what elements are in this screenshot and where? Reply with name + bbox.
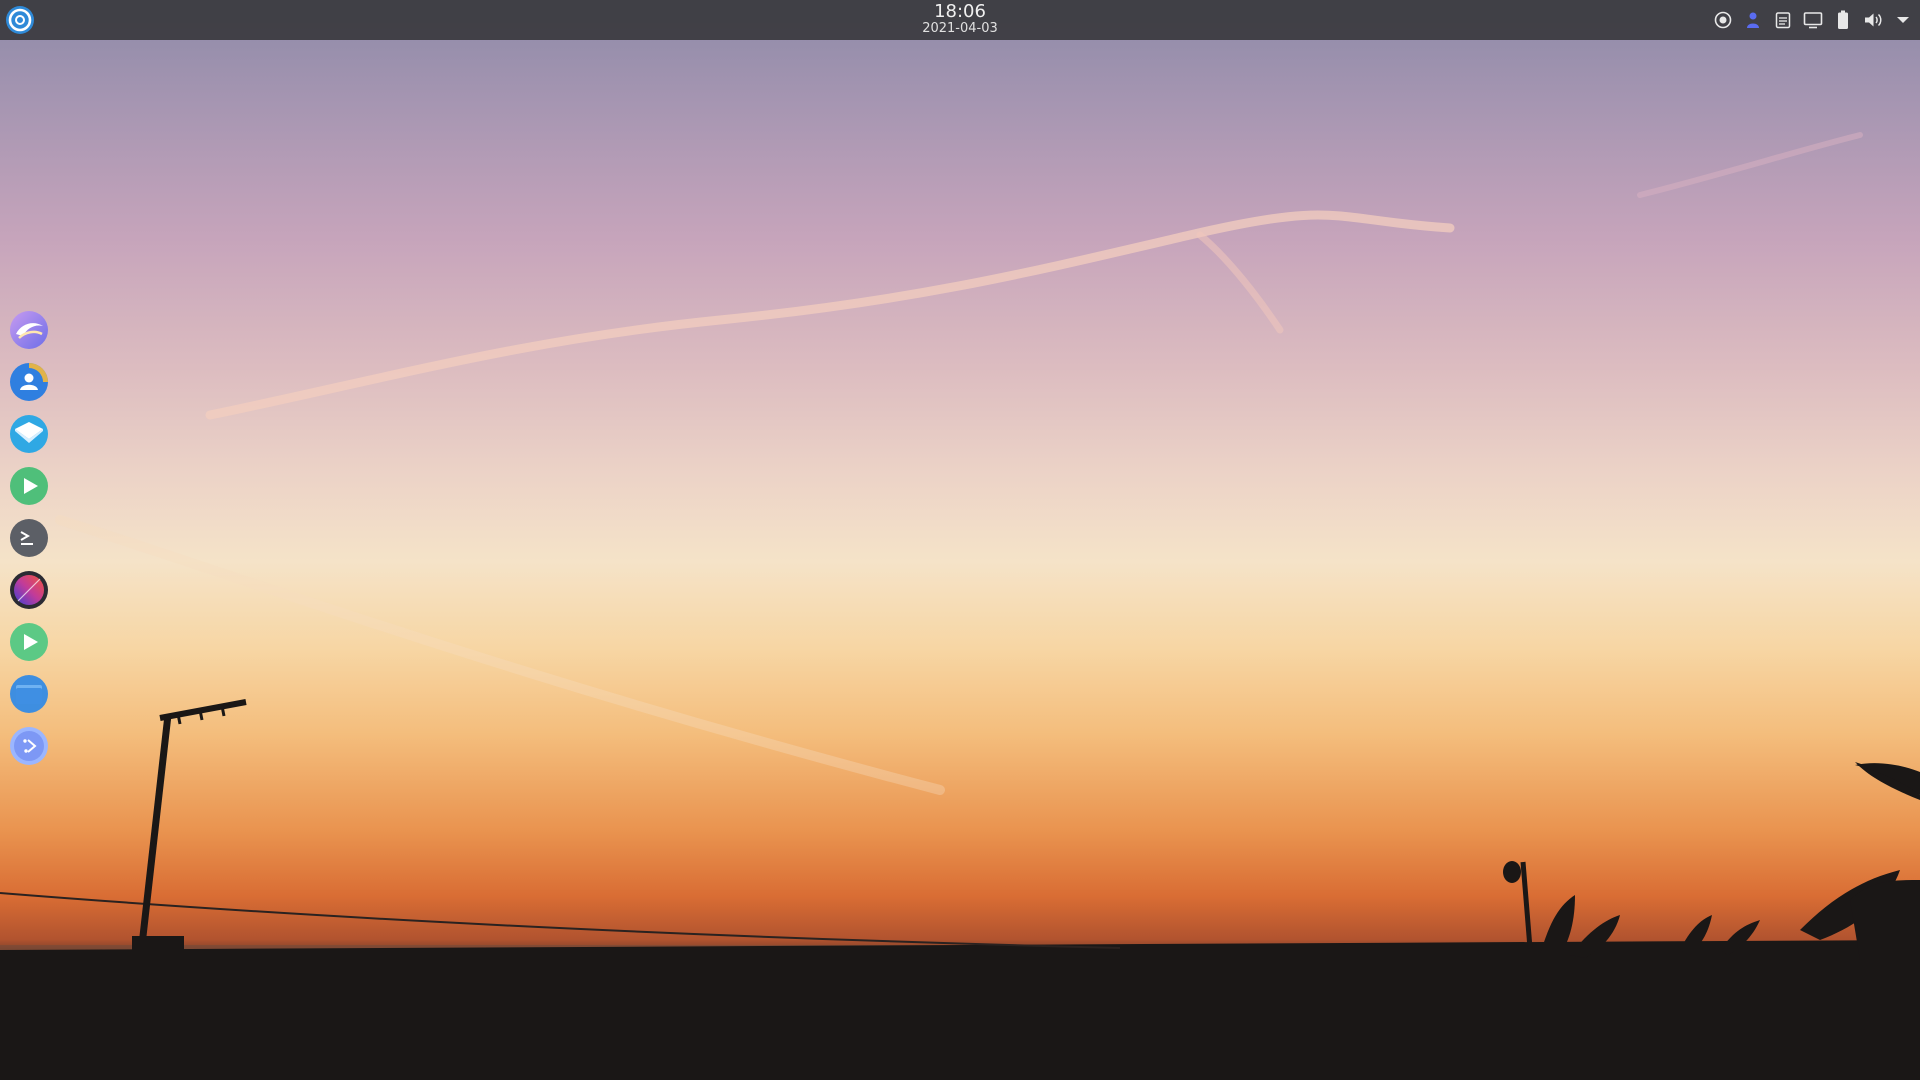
media-player-icon xyxy=(10,467,48,505)
dock-mail[interactable] xyxy=(8,414,50,454)
tray-user[interactable] xyxy=(1742,8,1764,32)
tray-display[interactable] xyxy=(1802,8,1824,32)
chevron-down-icon xyxy=(1897,17,1909,23)
tray-volume[interactable] xyxy=(1862,8,1884,32)
battery-icon xyxy=(1838,10,1848,29)
tray-battery[interactable] xyxy=(1832,8,1854,32)
dock-contacts[interactable] xyxy=(8,362,50,402)
clock-date: 2021-04-03 xyxy=(922,20,998,36)
tray-screenshot[interactable] xyxy=(1712,8,1734,32)
dock-terminal[interactable] xyxy=(8,518,50,558)
clock[interactable]: 18:06 2021-04-03 xyxy=(922,2,998,36)
user-icon xyxy=(1747,12,1759,28)
dock-color-picker[interactable] xyxy=(8,570,50,610)
dock-media-player[interactable] xyxy=(8,466,50,506)
terminal-icon xyxy=(10,519,48,557)
dock-file-manager[interactable] xyxy=(8,674,50,714)
color-picker-icon xyxy=(10,571,48,609)
dock-settings[interactable] xyxy=(8,726,50,766)
video-player-icon xyxy=(10,623,48,661)
screenshot-icon xyxy=(1714,11,1732,29)
settings-icon xyxy=(10,727,48,765)
contacts-icon xyxy=(10,363,48,401)
desktop: 18:06 2021-04-03 xyxy=(0,0,1920,1080)
clock-time: 18:06 xyxy=(934,1,986,22)
distro-logo-icon xyxy=(6,6,34,34)
clipboard-icon xyxy=(1775,12,1791,29)
tray-expand[interactable] xyxy=(1892,8,1914,32)
top-panel: 18:06 2021-04-03 xyxy=(0,0,1920,40)
display-icon xyxy=(1803,12,1823,29)
dock xyxy=(8,310,50,766)
dock-web-browser[interactable] xyxy=(8,310,50,350)
mail-icon xyxy=(10,415,48,453)
file-manager-icon xyxy=(10,675,48,713)
start-menu-button[interactable] xyxy=(4,4,36,36)
tray-clipboard[interactable] xyxy=(1772,8,1794,32)
dock-video-player[interactable] xyxy=(8,622,50,662)
wallpaper xyxy=(0,132,1920,1080)
web-browser-icon xyxy=(10,311,48,349)
system-tray xyxy=(1712,8,1914,32)
volume-icon xyxy=(1865,13,1882,27)
